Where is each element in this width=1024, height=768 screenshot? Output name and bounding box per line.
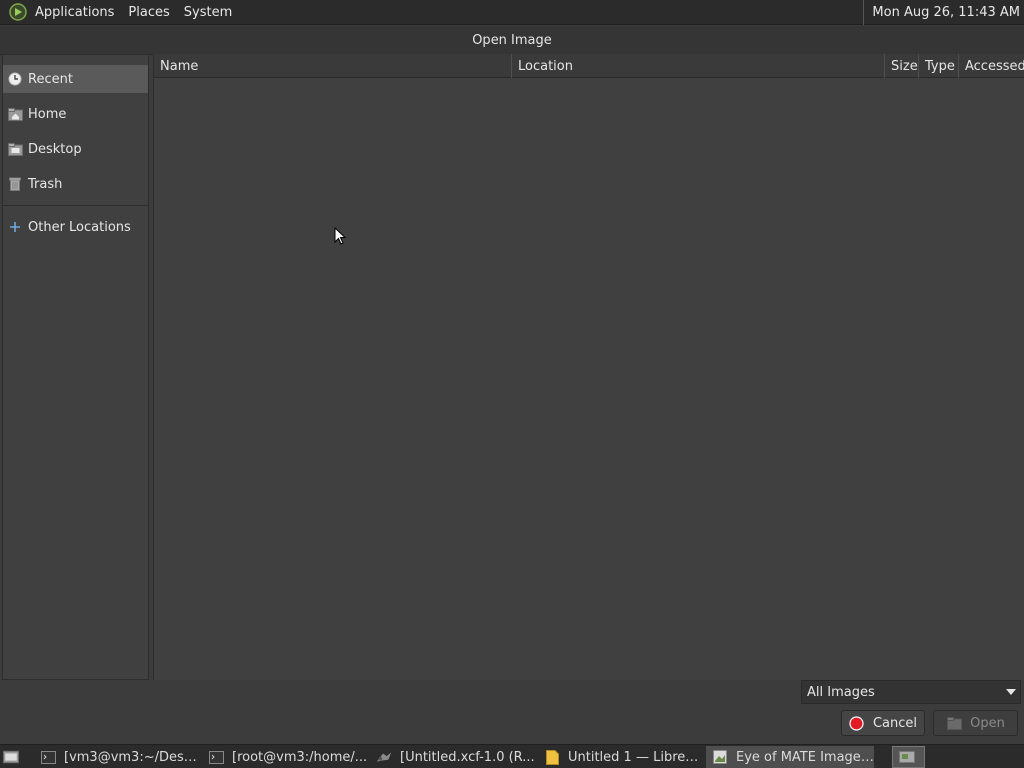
open-label: Open: [970, 715, 1005, 731]
plus-icon: [7, 219, 23, 235]
top-menu: Applications Places System: [0, 0, 239, 24]
image-viewer-icon: [712, 749, 728, 765]
filter-selected: All Images: [807, 684, 875, 700]
dialog-title: Open Image: [472, 32, 552, 48]
mate-logo-icon[interactable]: [8, 2, 28, 22]
task-label: Untitled 1 — LibreO...: [568, 749, 704, 765]
task-terminal-2[interactable]: [root@vm3:/home/...: [202, 746, 368, 768]
column-accessed[interactable]: Accessed: [959, 54, 1024, 78]
terminal-icon: [208, 749, 224, 765]
show-desktop-icon: [3, 749, 19, 765]
clock[interactable]: Mon Aug 26, 11:43 AM: [863, 0, 1024, 25]
sidebar-item-label: Trash: [28, 176, 63, 192]
column-type[interactable]: Type: [919, 54, 959, 78]
sidebar-item-label: Recent: [28, 71, 73, 87]
clock-icon: [7, 71, 23, 87]
sidebar-item-recent[interactable]: Recent: [3, 65, 148, 93]
menu-applications[interactable]: Applications: [28, 0, 121, 24]
task-label: [root@vm3:/home/...: [232, 749, 368, 765]
workspace-switcher[interactable]: [892, 746, 925, 768]
sidebar-item-trash[interactable]: Trash: [3, 170, 148, 198]
home-folder-icon: [7, 106, 23, 122]
task-label: [vm3@vm3:~/Deskt...: [64, 749, 200, 765]
open-button[interactable]: Open: [933, 710, 1018, 736]
libreoffice-icon: [544, 749, 560, 765]
top-panel: Applications Places System Mon Aug 26, 1…: [0, 0, 1024, 25]
task-label: [Untitled.xcf-1.0 (R...: [400, 749, 535, 765]
menu-system[interactable]: System: [177, 0, 239, 24]
sidebar-item-label: Home: [28, 106, 67, 122]
file-type-filter[interactable]: All Images: [801, 680, 1021, 704]
gimp-icon: [376, 749, 392, 765]
column-location[interactable]: Location: [512, 54, 885, 78]
sidebar-item-desktop[interactable]: Desktop: [3, 135, 148, 163]
task-label: Eye of MATE Image ...: [736, 749, 874, 765]
task-image-viewer[interactable]: Eye of MATE Image ...: [706, 746, 874, 768]
task-libreoffice[interactable]: Untitled 1 — LibreO...: [538, 746, 704, 768]
column-header: Name Location Size Type Accessed: [154, 54, 1024, 78]
places-sidebar: Recent Home Desktop Trash Other Location…: [2, 54, 149, 680]
show-desktop-button[interactable]: [0, 746, 30, 768]
desktop-folder-icon: [7, 141, 23, 157]
cancel-button[interactable]: Cancel: [841, 710, 925, 736]
sidebar-separator: [3, 205, 148, 206]
mouse-cursor-icon: [334, 227, 346, 245]
cancel-icon: [849, 715, 865, 731]
sidebar-item-label: Desktop: [28, 141, 82, 157]
sidebar-item-other-locations[interactable]: Other Locations: [3, 213, 148, 241]
sidebar-item-home[interactable]: Home: [3, 100, 148, 128]
column-size[interactable]: Size: [885, 54, 919, 78]
terminal-icon: [40, 749, 56, 765]
open-folder-icon: [946, 715, 962, 731]
sidebar-item-label: Other Locations: [28, 219, 131, 235]
column-name[interactable]: Name: [154, 54, 512, 78]
cancel-label: Cancel: [872, 715, 918, 731]
menu-places[interactable]: Places: [121, 0, 176, 24]
chevron-down-icon: [1006, 689, 1016, 695]
workspace-icon: [899, 749, 915, 765]
bottom-taskbar: [vm3@vm3:~/Deskt... [root@vm3:/home/... …: [0, 744, 1024, 768]
task-terminal-1[interactable]: [vm3@vm3:~/Deskt...: [34, 746, 200, 768]
trash-icon: [7, 176, 23, 192]
task-gimp[interactable]: [Untitled.xcf-1.0 (R...: [370, 746, 536, 768]
dialog-titlebar[interactable]: Open Image: [0, 26, 1024, 55]
file-list[interactable]: Name Location Size Type Accessed: [153, 54, 1024, 680]
open-image-dialog: Open Image Recent Home Desktop Trash Oth…: [0, 26, 1024, 744]
